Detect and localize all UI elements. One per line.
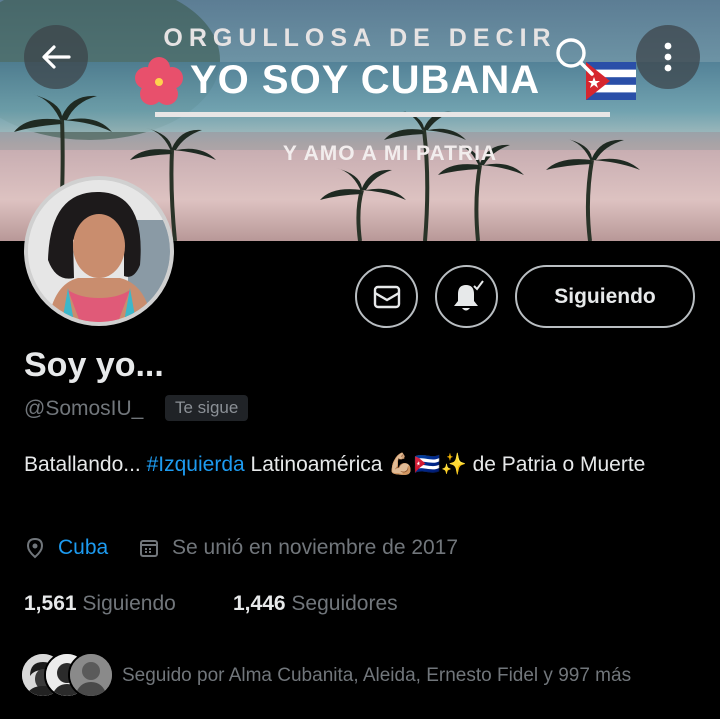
search-button[interactable] xyxy=(548,30,602,84)
bio-text: Latinoamérica xyxy=(250,453,383,476)
hibiscus-flower-icon xyxy=(135,57,183,105)
bell-check-icon xyxy=(453,279,484,310)
profile-bio: Batallando... #Izquierda Latinoamérica 💪… xyxy=(24,449,704,480)
notifications-button[interactable] xyxy=(435,265,498,328)
banner-subtitle-text: Y AMO A MI PATRIA xyxy=(282,142,498,165)
banner-underline xyxy=(155,112,610,117)
bio-text: de Patria o Muerte xyxy=(472,453,646,476)
banner-kicker-text: ORGULLOSA DE DECIR xyxy=(163,24,557,52)
following-count-link[interactable]: 1,561 Siguiendo xyxy=(24,592,176,616)
calendar-icon xyxy=(140,540,158,557)
joined-text: Se unió en noviembre de 2017 xyxy=(172,536,459,559)
followers-label: Seguidores xyxy=(291,592,398,615)
more-options-button[interactable] xyxy=(636,25,700,89)
search-icon xyxy=(556,38,594,76)
profile-handle: @SomosIU_ xyxy=(24,397,144,420)
follower-avatar[interactable] xyxy=(68,652,114,698)
avatar-photo xyxy=(70,654,112,696)
envelope-icon xyxy=(373,285,400,308)
followers-count-link[interactable]: 1,446 Seguidores xyxy=(233,592,398,616)
message-button[interactable] xyxy=(355,265,418,328)
profile-location: Cuba xyxy=(24,536,108,560)
banner-title-text: YO SOY CUBANA xyxy=(190,58,541,102)
location-pin-icon xyxy=(26,537,44,559)
profile-display-name: Soy yo... xyxy=(24,346,164,384)
arrow-left-icon xyxy=(42,45,71,69)
follows-you-badge: Te sigue xyxy=(165,395,249,421)
bio-text: Batallando... xyxy=(24,453,141,476)
bio-emoji: 💪🏼🇨🇺✨ xyxy=(388,453,467,476)
followed-by-text[interactable]: Seguido por Alma Cubanita, Aleida, Ernes… xyxy=(122,665,631,687)
following-button[interactable]: Siguiendo xyxy=(515,265,695,328)
location-link[interactable]: Cuba xyxy=(58,536,108,560)
more-vertical-icon xyxy=(664,42,672,72)
avatar-photo xyxy=(28,180,170,322)
back-button[interactable] xyxy=(24,25,88,89)
bio-hashtag-link[interactable]: #Izquierda xyxy=(147,453,245,476)
following-label: Siguiendo xyxy=(82,592,176,615)
profile-avatar[interactable] xyxy=(24,176,174,326)
followers-count: 1,446 xyxy=(233,592,286,615)
following-count: 1,561 xyxy=(24,592,77,615)
profile-joined-date: Se unió en noviembre de 2017 xyxy=(138,536,458,560)
